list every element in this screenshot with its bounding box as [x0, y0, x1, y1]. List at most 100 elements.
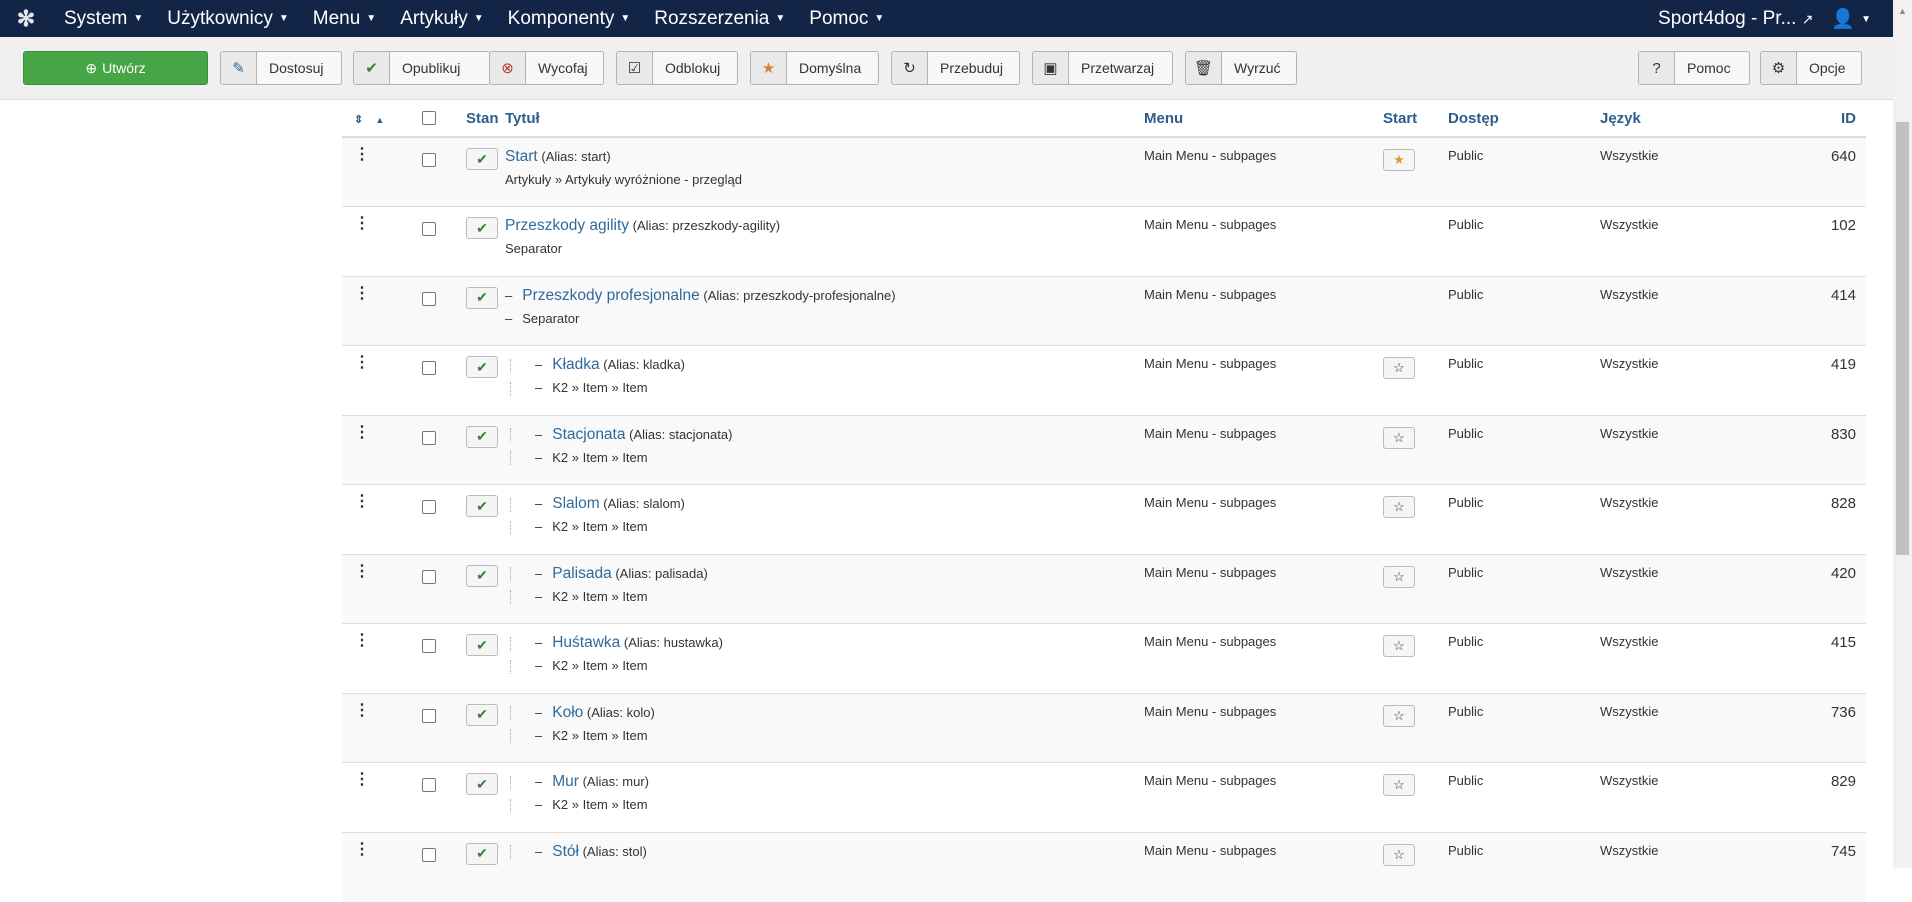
id-cell: 102 [1786, 206, 1866, 276]
set-home-star-icon[interactable]: ☆ [1383, 843, 1415, 866]
level-indent [510, 636, 511, 651]
item-title-link[interactable]: Mur [552, 773, 579, 790]
header-language[interactable]: Język [1600, 100, 1786, 138]
published-toggle[interactable]: ✔ [466, 773, 498, 795]
set-home-star-icon[interactable]: ☆ [1383, 426, 1415, 449]
set-home-star-icon[interactable]: ☆ [1383, 635, 1415, 657]
id-cell: 640 [1786, 136, 1866, 207]
drag-handle-icon[interactable]: ⋮ [342, 206, 422, 276]
drag-handle-icon[interactable]: ⋮ [342, 484, 422, 554]
nav-menu[interactable]: Menu ▼ [301, 8, 388, 30]
published-toggle[interactable]: ✔ [466, 356, 498, 378]
published-toggle[interactable]: ✔ [466, 286, 498, 309]
site-link[interactable]: Sport4dog - Pr... ↗ [1658, 8, 1813, 30]
item-title-link[interactable]: Koło [552, 704, 583, 721]
row-checkbox[interactable] [422, 569, 436, 584]
nav-help[interactable]: Pomoc ▼ [797, 8, 896, 30]
header-title[interactable]: Tytuł [505, 100, 1144, 138]
help-button[interactable]: ? Pomoc [1638, 51, 1750, 85]
set-home-star-icon[interactable]: ☆ [1383, 774, 1415, 796]
square-icon: ▣ [1033, 52, 1069, 84]
drag-handle-icon[interactable]: ⋮ [342, 762, 422, 832]
published-toggle[interactable]: ✔ [466, 495, 498, 517]
drag-handle-icon[interactable]: ⋮ [342, 553, 422, 624]
item-title-link[interactable]: Przeszkody profesjonalne [522, 287, 700, 304]
user-menu[interactable]: 👤 ▼ [1831, 7, 1871, 31]
published-toggle[interactable]: ✔ [466, 842, 498, 865]
header-id[interactable]: ID [1786, 100, 1866, 138]
item-title-link[interactable]: Palisada [552, 565, 611, 582]
default-button[interactable]: ★ Domyślna [750, 51, 879, 85]
row-checkbox[interactable] [422, 430, 436, 445]
joomla-logo-icon[interactable]: ✻ [0, 6, 52, 32]
rebuild-button[interactable]: ↻ Przebuduj [891, 51, 1020, 85]
row-checkbox[interactable] [422, 500, 436, 514]
header-access[interactable]: Dostęp [1448, 100, 1600, 138]
drag-handle-icon[interactable]: ⋮ [342, 623, 422, 693]
nav-system[interactable]: System ▼ [52, 8, 155, 30]
trash-button[interactable]: 🗑 Wyrzuć [1185, 51, 1297, 85]
item-title-link[interactable]: Slalom [552, 495, 599, 512]
unpublish-button[interactable]: ⊗ Wycofaj [489, 51, 604, 85]
item-title-link[interactable]: Stacjonata [552, 426, 625, 443]
set-home-star-icon[interactable]: ☆ [1383, 496, 1415, 518]
create-button[interactable]: ⊕ Utwórz [23, 51, 208, 85]
batch-button[interactable]: ▣ Przetwarzaj [1032, 51, 1173, 85]
table-row: ⋮ ✔ Start (Alias: start) Artykuły » Arty… [342, 136, 1866, 207]
item-title-link[interactable]: Start [505, 148, 538, 165]
row-checkbox[interactable] [422, 639, 436, 653]
item-title-link[interactable]: Przeszkody agility [505, 217, 629, 234]
set-home-star-icon[interactable]: ☆ [1383, 357, 1415, 379]
ordering-header[interactable]: ⇕ ▲ [342, 100, 422, 138]
drag-handle-icon[interactable]: ⋮ [342, 414, 422, 485]
nav-label: Użytkownicy [167, 7, 273, 29]
scrollbar-thumb[interactable] [1896, 122, 1909, 555]
nav-users[interactable]: Użytkownicy ▼ [155, 8, 300, 30]
published-toggle[interactable]: ✔ [466, 425, 498, 448]
row-checkbox[interactable] [422, 778, 436, 792]
home-star-icon[interactable]: ★ [1383, 149, 1415, 171]
drag-handle-icon[interactable]: ⋮ [342, 136, 422, 207]
top-navbar: ✻ System ▼ Użytkownicy ▼ Menu ▼ Artykuły ▼ K… [0, 0, 1893, 37]
drag-handle-icon[interactable]: ⋮ [342, 831, 422, 902]
set-home-star-icon[interactable]: ☆ [1383, 704, 1415, 727]
header-menu[interactable]: Menu [1144, 100, 1383, 138]
drag-handle-icon[interactable]: ⋮ [342, 345, 422, 415]
header-home[interactable]: Start [1383, 100, 1448, 138]
row-checkbox[interactable] [422, 153, 436, 167]
published-toggle[interactable]: ✔ [466, 634, 498, 656]
row-checkbox[interactable] [422, 708, 436, 723]
row-select-cell [422, 345, 466, 415]
set-home-star-icon[interactable]: ☆ [1383, 565, 1415, 588]
level-indent [510, 775, 511, 790]
drag-handle-icon[interactable]: ⋮ [342, 275, 422, 346]
published-toggle[interactable]: ✔ [466, 564, 498, 587]
header-state[interactable]: Stan [466, 100, 505, 138]
nav-articles[interactable]: Artykuły ▼ [388, 8, 495, 30]
published-toggle[interactable]: ✔ [466, 148, 498, 170]
item-title-link[interactable]: Stół [552, 843, 579, 860]
vertical-scrollbar[interactable]: ▲ [1893, 0, 1912, 868]
published-toggle[interactable]: ✔ [466, 703, 498, 726]
drag-handle-icon[interactable]: ⋮ [342, 692, 422, 763]
options-button[interactable]: ⚙ Opcje [1760, 51, 1862, 85]
row-checkbox[interactable] [422, 847, 436, 862]
state-cell: ✔ [466, 136, 505, 207]
checkin-button[interactable]: ☑ Odblokuj [616, 51, 738, 85]
scroll-up-icon[interactable]: ▲ [1898, 6, 1907, 16]
row-select-cell [422, 484, 466, 554]
item-title-link[interactable]: Huśtawka [552, 634, 620, 651]
nav-extensions[interactable]: Rozszerzenia ▼ [642, 8, 797, 30]
button-label: Dostosuj [269, 60, 324, 76]
publish-button[interactable]: ✔ Opublikuj [353, 51, 490, 85]
table-row: ⋮ ✔ – Huśtawka (Alias: hustawka) – K2 » It… [342, 623, 1866, 693]
item-title-link[interactable]: Kładka [552, 356, 599, 373]
row-checkbox[interactable] [422, 222, 436, 236]
published-toggle[interactable]: ✔ [466, 217, 498, 239]
row-checkbox[interactable] [422, 291, 436, 306]
nav-components[interactable]: Komponenty ▼ [496, 8, 643, 30]
row-checkbox[interactable] [422, 361, 436, 375]
select-all-checkbox[interactable] [422, 110, 436, 125]
edit-button[interactable]: ✎ Dostosuj [220, 51, 342, 85]
level-dash: – [535, 843, 543, 859]
